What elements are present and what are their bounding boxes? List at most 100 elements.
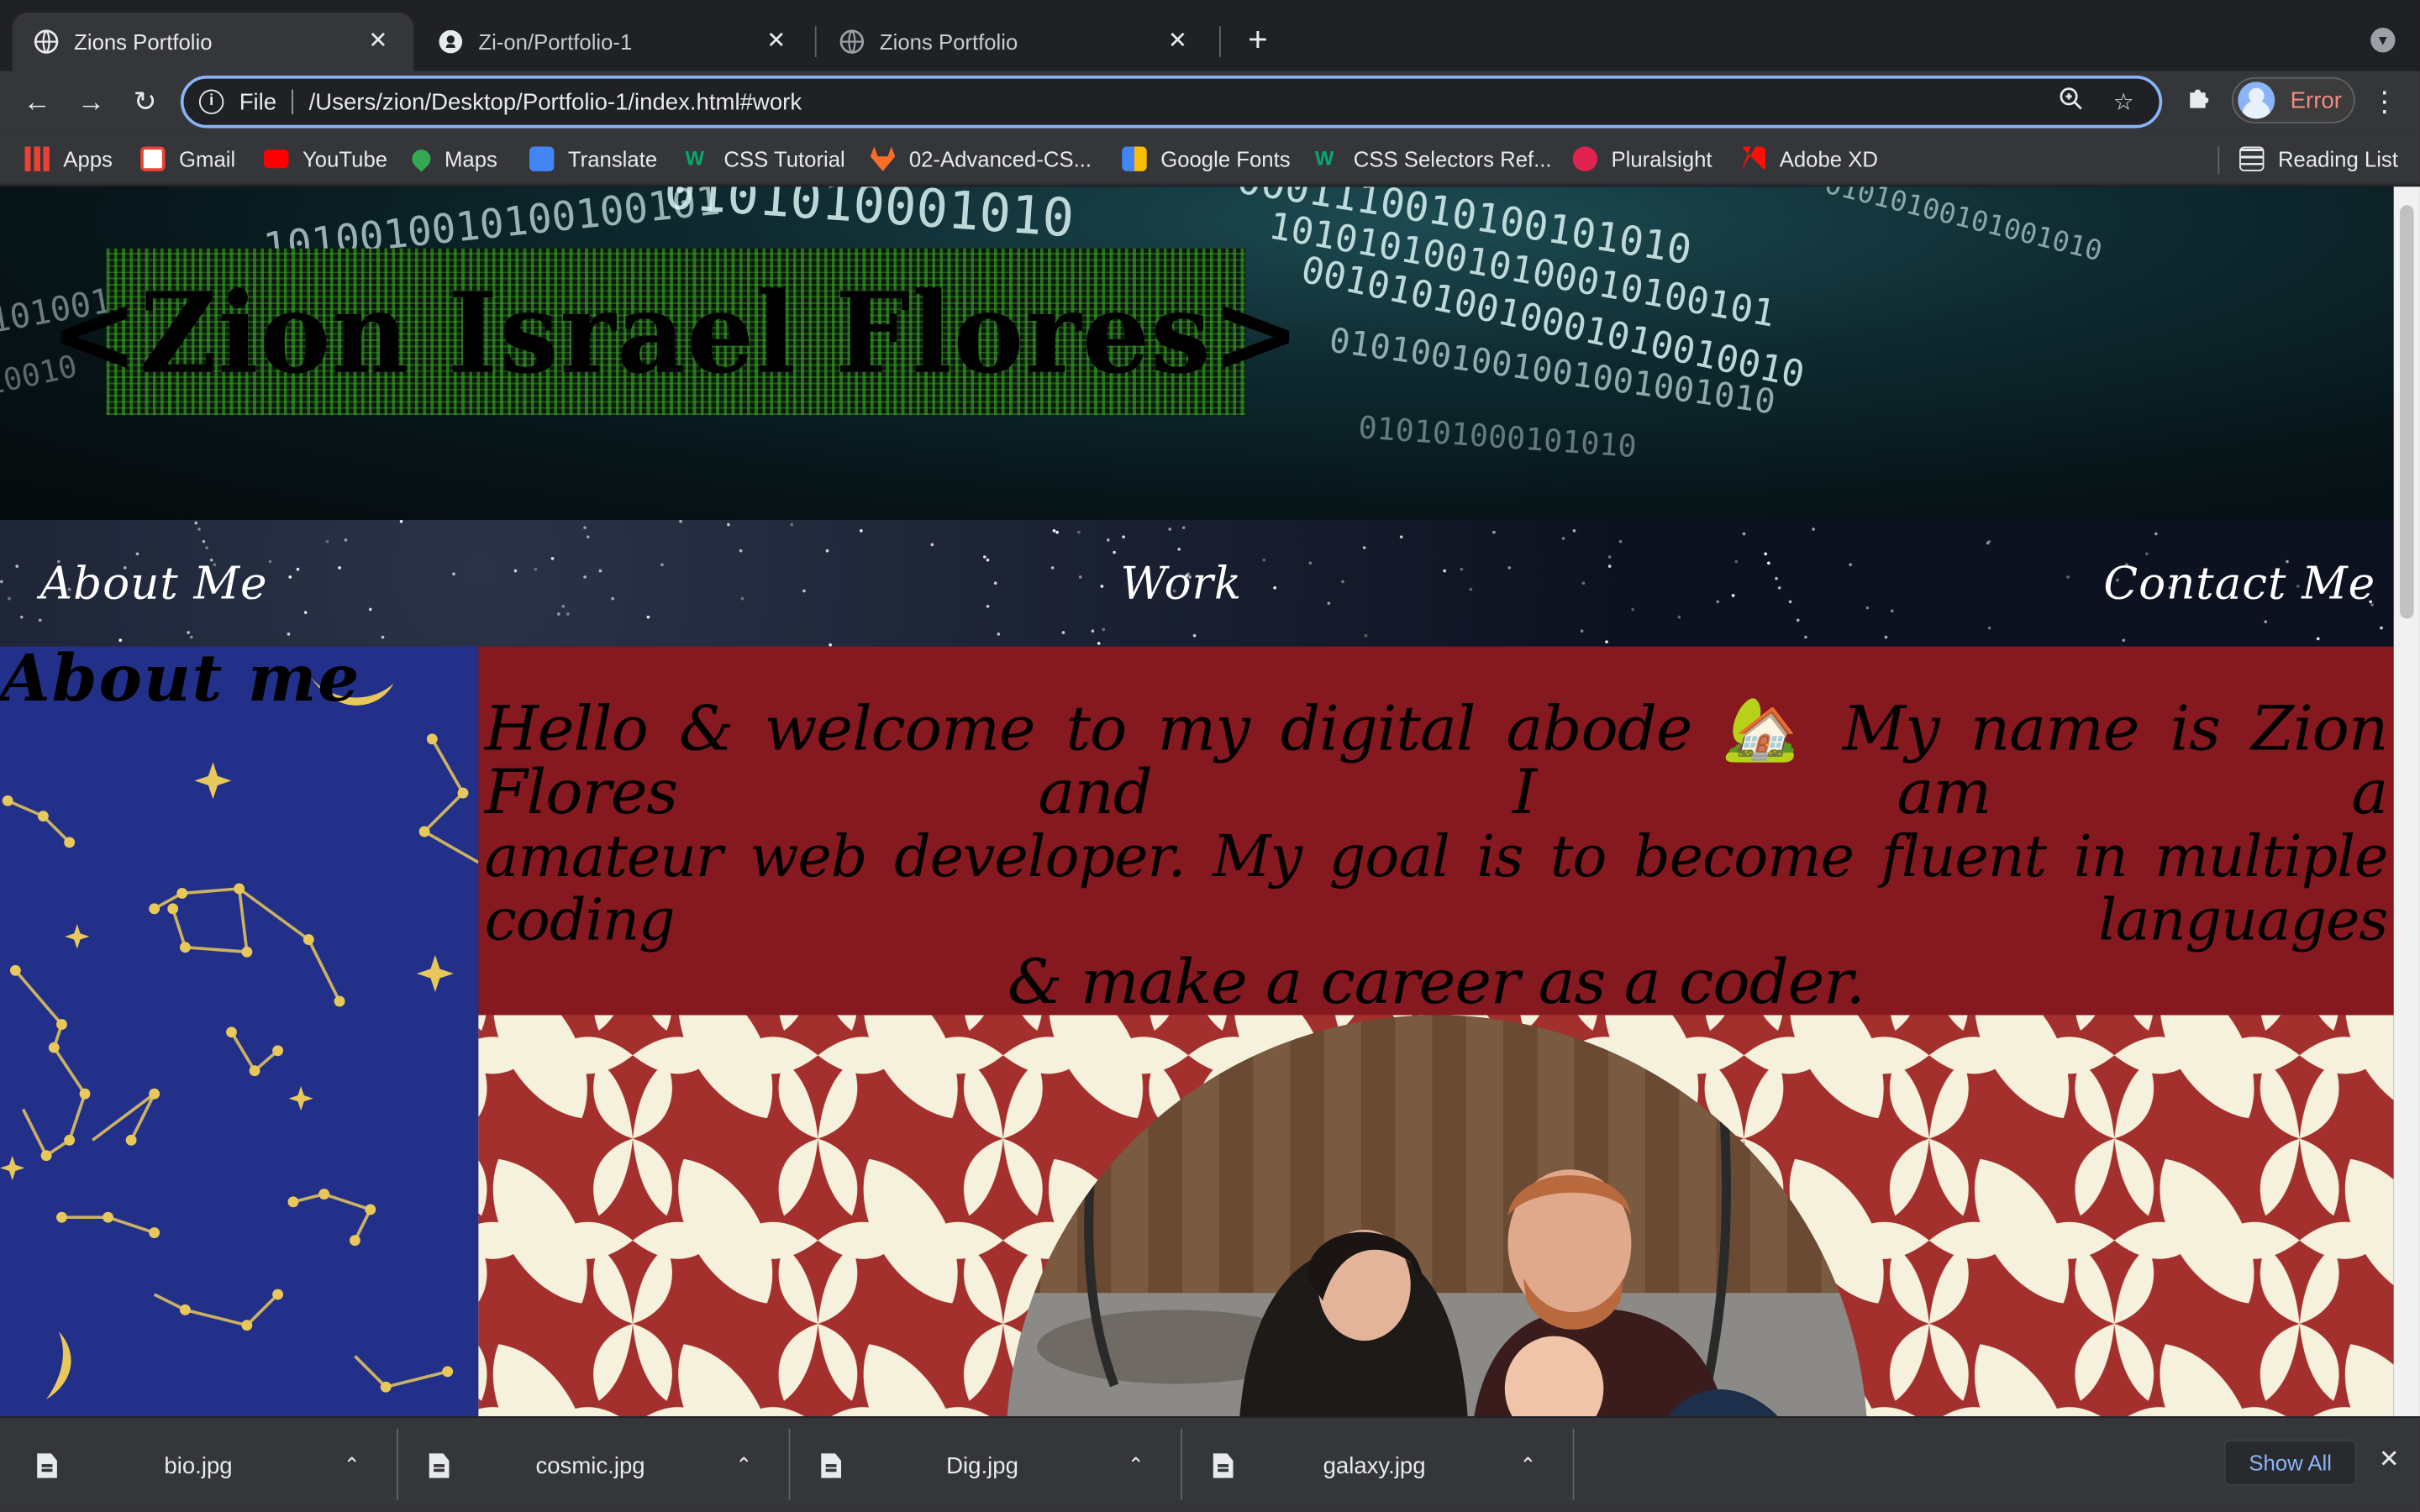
- star-dot: [189, 635, 193, 639]
- bookmark-star-icon[interactable]: ☆: [2107, 88, 2140, 116]
- star-dot: [197, 528, 201, 531]
- tab-zions-portfolio[interactable]: Zions Portfolio ✕: [818, 13, 1213, 71]
- bookmark-css-selectors[interactable]: W CSS Selectors Ref...: [1315, 145, 1552, 173]
- download-item[interactable]: bio.jpg ⌃: [0, 1418, 392, 1512]
- forward-arrow-icon[interactable]: →: [72, 83, 109, 120]
- browser-menu-icon[interactable]: ⋮: [2370, 85, 2398, 118]
- bookmark-label: CSS Selectors Ref...: [1353, 146, 1552, 171]
- star-dot: [1734, 559, 1739, 564]
- star-dot: [1492, 530, 1496, 534]
- close-tab-icon[interactable]: ✕: [1164, 28, 1192, 55]
- tab-github-repo[interactable]: Zi-on/Portfolio-1 ✕: [417, 13, 812, 71]
- bookmark-apps[interactable]: Apps: [24, 145, 113, 173]
- star-dot: [399, 519, 403, 523]
- star-dot: [1097, 642, 1101, 645]
- page-scrollbar[interactable]: [2393, 186, 2420, 1417]
- reading-list-icon: [2239, 146, 2265, 171]
- zoom-icon[interactable]: [2054, 87, 2088, 118]
- site-nav: About Me Work Contact Me: [0, 519, 2394, 647]
- star-dot: [1865, 606, 1870, 610]
- bookmark-css-tutorial[interactable]: W CSS Tutorial: [685, 145, 844, 173]
- star-dot: [513, 569, 518, 573]
- download-filename: bio.jpg: [164, 1452, 233, 1479]
- chevron-up-icon[interactable]: ⌃: [1516, 1453, 1540, 1478]
- star-dot: [1767, 561, 1770, 565]
- bookmark-maps[interactable]: Maps: [408, 145, 497, 173]
- star-dot: [118, 638, 123, 643]
- bookmark-gmail[interactable]: Gmail: [140, 145, 235, 173]
- star-dot: [1796, 618, 1800, 622]
- nav-work-link[interactable]: Work: [1120, 557, 1242, 609]
- chevron-up-icon[interactable]: ⌃: [1123, 1453, 1148, 1478]
- tab-separator: [1218, 26, 1221, 57]
- star-dot: [288, 575, 292, 579]
- star-dot: [15, 564, 19, 568]
- star-dot: [1764, 552, 1768, 556]
- star-dot: [679, 519, 682, 523]
- show-all-downloads-button[interactable]: Show All: [2223, 1439, 2357, 1486]
- download-item[interactable]: cosmic.jpg ⌃: [392, 1418, 785, 1512]
- close-downloads-icon[interactable]: ✕: [2374, 1446, 2405, 1477]
- star-dot: [598, 569, 602, 573]
- constellation-background: [0, 646, 479, 1417]
- star-dot: [1273, 585, 1276, 590]
- bookmark-translate[interactable]: Translate: [529, 145, 657, 173]
- star-dot: [2316, 637, 2320, 641]
- bookmark-pluralsight[interactable]: Pluralsight: [1572, 145, 1712, 173]
- star-dot: [1581, 581, 1586, 585]
- star-dot: [2154, 532, 2158, 536]
- star-dot: [1561, 537, 1565, 540]
- address-bar[interactable]: i File /Users/zion/Desktop/Portfolio-1/i…: [180, 75, 2163, 129]
- nav-contact-link[interactable]: Contact Me: [2103, 557, 2375, 609]
- close-tab-icon[interactable]: ✕: [762, 28, 790, 55]
- star-dot: [1364, 633, 1368, 638]
- tab-zions-portfolio-active[interactable]: Zions Portfolio ✕: [12, 12, 414, 71]
- star-dot: [1052, 528, 1056, 533]
- profile-button[interactable]: Error: [2231, 76, 2355, 123]
- hero-title: <Zion Israel Flores>: [50, 265, 1302, 397]
- star-dot: [1091, 629, 1095, 633]
- star-dot: [1050, 566, 1055, 570]
- file-icon: [1213, 1453, 1234, 1478]
- star-dot: [993, 581, 997, 585]
- scrollbar-thumb[interactable]: [2400, 205, 2414, 619]
- star-dot: [2122, 638, 2126, 643]
- url-text[interactable]: /Users/zion/Desktop/Portfolio-1/index.ht…: [309, 89, 2054, 115]
- extensions-puzzle-icon[interactable]: [2182, 85, 2216, 118]
- star-dot: [586, 535, 590, 539]
- star-dot: [1580, 629, 1584, 633]
- reading-list-button[interactable]: Reading List: [2239, 145, 2398, 173]
- welcome-text-line3: & make a career as a coder.: [1007, 947, 1865, 1019]
- bookmark-label: Google Fonts: [1160, 146, 1291, 171]
- star-dot: [2380, 626, 2383, 630]
- bookmark-youtube[interactable]: YouTube: [264, 145, 387, 173]
- chevron-up-icon[interactable]: ⌃: [339, 1453, 364, 1478]
- page-viewport[interactable]: 0101010001010 1010010010100100101 000111…: [0, 186, 2394, 1417]
- star-dot: [1061, 631, 1065, 634]
- star-dot: [381, 635, 385, 639]
- star-dot: [1849, 563, 1853, 567]
- bookmark-label: Gmail: [179, 146, 236, 171]
- star-dot: [1077, 530, 1081, 534]
- download-item[interactable]: Dig.jpg ⌃: [784, 1418, 1176, 1512]
- star-dot: [1507, 566, 1512, 570]
- nav-about-link[interactable]: About Me: [40, 557, 268, 609]
- star-dot: [1631, 607, 1635, 612]
- tab-search-icon[interactable]: ▼: [2370, 28, 2396, 53]
- close-tab-icon[interactable]: ✕: [364, 28, 392, 55]
- star-dot: [790, 522, 794, 527]
- star-dot: [1443, 569, 1446, 573]
- new-tab-button[interactable]: +: [1239, 23, 1276, 60]
- star-dot: [1986, 541, 1990, 545]
- star-dot: [268, 559, 272, 564]
- bookmark-google-fonts[interactable]: Google Fonts: [1122, 145, 1291, 173]
- tab-title: Zions Portfolio: [879, 29, 1018, 55]
- back-arrow-icon[interactable]: ←: [18, 83, 55, 120]
- bookmark-gitlab[interactable]: 02-Advanced-CS...: [870, 145, 1092, 173]
- download-item[interactable]: galaxy.jpg ⌃: [1176, 1418, 1569, 1512]
- reload-icon[interactable]: ↻: [127, 83, 164, 120]
- star-dot: [1460, 567, 1464, 571]
- site-info-icon[interactable]: i: [198, 89, 224, 114]
- chevron-up-icon[interactable]: ⌃: [732, 1453, 756, 1478]
- bookmark-adobe-xd[interactable]: Adobe XD: [1740, 145, 1878, 173]
